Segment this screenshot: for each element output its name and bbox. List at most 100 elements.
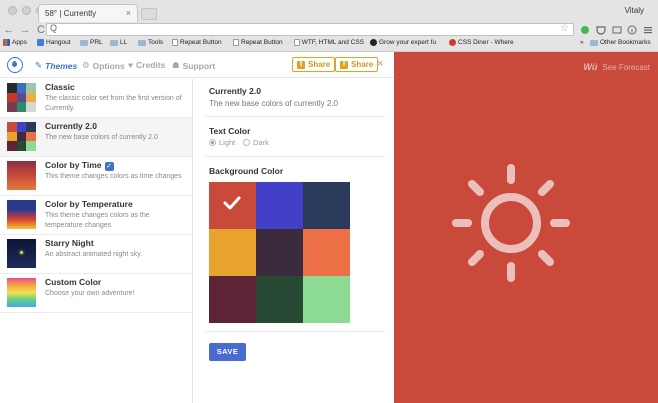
tab-themes[interactable]: ✎ Themes	[35, 60, 77, 71]
back-arrow-icon[interactable]: ←	[2, 24, 16, 36]
bookmark-label: PRL	[90, 39, 103, 46]
theme-item-currently-2[interactable]: Currently 2.0 The new base colors of cur…	[0, 118, 192, 157]
save-button[interactable]: SAVE	[209, 343, 246, 361]
theme-item-classic[interactable]: Classic The classic color set from the f…	[0, 79, 192, 118]
thumbnail-cell	[7, 83, 17, 93]
search-icon: Q	[50, 23, 58, 33]
twitter-share-button[interactable]: t Share	[292, 57, 336, 72]
thumbnail-cell	[26, 102, 36, 112]
bookmark-label: Hangout	[46, 39, 71, 46]
tab-credits[interactable]: ♥ Credits	[128, 60, 165, 70]
color-swatch[interactable]	[303, 182, 350, 229]
browser-tab[interactable]: 58° | Currently ×	[38, 4, 138, 22]
divider	[205, 156, 385, 157]
extension-leaf-icon[interactable]	[580, 25, 590, 35]
theme-item-color-by-time[interactable]: Color by Time ✓ This theme changes colors…	[0, 157, 192, 196]
tab-close-icon[interactable]: ×	[126, 8, 131, 18]
bookmark-star-icon[interactable]: ☆	[560, 23, 569, 34]
bookmark-repeat-button-2[interactable]: Repeat Button	[233, 39, 283, 46]
color-swatch[interactable]	[303, 276, 350, 323]
gear-icon: ⚙	[82, 60, 90, 70]
divider	[205, 116, 385, 117]
info-icon[interactable]	[627, 25, 637, 35]
color-swatch[interactable]	[209, 182, 256, 229]
thumbnail-cell	[26, 92, 36, 103]
bookmark-other[interactable]: Other Bookmarks	[590, 39, 651, 46]
bookmark-css-diner[interactable]: CSS Diner - Where	[449, 39, 522, 46]
radio-label: Dark	[253, 138, 269, 147]
checkmark-icon	[223, 196, 241, 210]
page-icon	[294, 39, 300, 46]
cast-icon[interactable]	[612, 25, 622, 35]
settings-panel: ✎ Themes ⚙ Options ♥ Credits ☗ Support t…	[0, 52, 394, 403]
bookmark-ll[interactable]: LL	[110, 39, 127, 46]
divider	[205, 331, 385, 332]
profile-name[interactable]: Vitaly	[625, 6, 644, 15]
theme-description: The new base colors of currently 2.0	[45, 134, 158, 141]
close-window-button[interactable]	[8, 6, 17, 15]
thumbnail-cell	[7, 141, 17, 151]
theme-thumbnail	[7, 239, 36, 268]
share-label: Share	[308, 60, 331, 69]
bookmark-hangout[interactable]: Hangout	[37, 39, 71, 46]
forecast-link[interactable]: Wü See Forecast	[583, 62, 650, 72]
minimize-window-button[interactable]	[22, 6, 31, 15]
bookmark-apps[interactable]: Apps	[3, 39, 27, 46]
bookmark-label: Grow your expert fu	[379, 39, 437, 46]
radio-dark[interactable]: Dark	[243, 138, 269, 147]
color-swatch[interactable]	[256, 229, 303, 276]
theme-description: The classic color set from the first ver…	[45, 95, 182, 112]
theme-thumbnail	[7, 278, 36, 307]
thumbnail-cell	[26, 141, 36, 151]
theme-item-custom-color[interactable]: Custom Color Choose your own adventure!	[0, 274, 192, 313]
forecast-label: See Forecast	[602, 62, 650, 72]
page-icon	[172, 39, 178, 46]
apps-grid-icon	[3, 39, 10, 46]
radio-light[interactable]: Light	[209, 138, 235, 147]
site-icon	[370, 39, 377, 46]
tab-label: Options	[92, 60, 125, 71]
facebook-share-button[interactable]: f Share	[335, 57, 379, 72]
tab-support[interactable]: ☗ Support	[172, 60, 215, 71]
bookmark-label: CSS Diner - Where	[458, 39, 514, 46]
folder-icon	[110, 39, 118, 46]
bookmark-repeat-button-1[interactable]: Repeat Button	[172, 39, 222, 46]
pocket-icon[interactable]	[596, 25, 606, 35]
detail-subtitle: The new base colors of currently 2.0	[209, 99, 338, 108]
theme-detail: Currently 2.0 The new base colors of cur…	[205, 79, 385, 403]
theme-name: Classic	[45, 82, 75, 92]
thumbnail-cell	[26, 122, 36, 132]
close-icon[interactable]: ×	[377, 58, 383, 70]
forward-arrow-icon[interactable]: →	[18, 24, 32, 36]
folder-icon	[138, 39, 146, 46]
folder-icon	[590, 39, 598, 46]
color-swatch[interactable]	[209, 276, 256, 323]
theme-thumbnail	[7, 122, 36, 151]
sun-icon	[452, 164, 570, 282]
bookmark-prl[interactable]: PRL	[80, 39, 103, 46]
color-swatch[interactable]	[256, 182, 303, 229]
thumbnail-cell	[16, 122, 27, 132]
bookmark-grow-expert[interactable]: Grow your expert fu	[370, 39, 443, 46]
bookmark-label: Apps	[12, 39, 27, 46]
bookmark-tools[interactable]: Tools	[138, 39, 163, 46]
color-swatch[interactable]	[256, 276, 303, 323]
thumbnail-cell	[16, 141, 27, 151]
theme-item-color-by-temperature[interactable]: Color by Temperature This theme changes …	[0, 196, 192, 235]
theme-list: Classic The classic color set from the f…	[0, 79, 193, 403]
thumbnail-cell	[16, 131, 27, 142]
address-bar[interactable]: Q ☆	[46, 23, 574, 36]
bookmark-wtf-html-css[interactable]: WTF, HTML and CSS	[294, 39, 364, 46]
menu-icon[interactable]	[643, 25, 653, 35]
tab-options[interactable]: ⚙ Options	[82, 60, 125, 71]
bookmark-label: Repeat Button	[241, 39, 283, 46]
checkbox-checked-icon[interactable]: ✓	[104, 162, 114, 171]
new-tab-button[interactable]	[141, 8, 157, 20]
theme-item-starry-night[interactable]: Starry Night An abstract animated night …	[0, 235, 192, 274]
browser-chrome: 58° | Currently × Vitaly ← → C Q ☆ Apps …	[0, 0, 658, 52]
bookmarks-overflow[interactable]: »	[580, 39, 584, 46]
color-swatch[interactable]	[303, 229, 350, 276]
pencil-icon: ✎	[35, 60, 43, 70]
radio-label: Light	[219, 138, 236, 147]
color-swatch[interactable]	[209, 229, 256, 276]
